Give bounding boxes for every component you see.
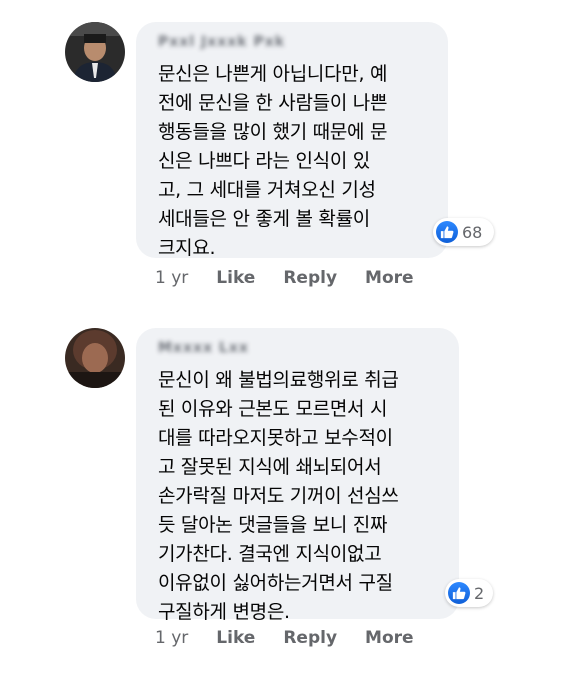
like-button[interactable]: Like <box>216 268 255 288</box>
reply-button[interactable]: Reply <box>283 268 337 288</box>
avatar[interactable] <box>65 328 125 388</box>
like-thumb-icon <box>448 582 470 604</box>
comment-author[interactable]: Pxxl Jxxxk Pxk <box>158 34 426 54</box>
reaction-badge[interactable]: 2 <box>445 579 493 607</box>
reaction-badge[interactable]: 68 <box>433 218 494 246</box>
reaction-count: 2 <box>474 583 485 603</box>
comment-actions: 1 yr Like Reply More <box>155 268 442 288</box>
comment-bubble: Pxxl Jxxxk Pxk 문신은 나쁜게 아닙니다만, 예 전에 문신을 한… <box>136 22 448 259</box>
timestamp[interactable]: 1 yr <box>155 628 188 648</box>
more-button[interactable]: More <box>365 268 414 288</box>
avatar[interactable] <box>65 22 125 82</box>
reaction-count: 68 <box>462 222 483 242</box>
reply-button[interactable]: Reply <box>283 628 337 648</box>
like-thumb-icon <box>436 221 458 243</box>
more-button[interactable]: More <box>365 628 414 648</box>
comment-author[interactable]: Mxxxx Lxx <box>158 340 437 360</box>
comment-text: 문신이 왜 불법의료행위로 취급 된 이유와 근본도 모르면서 시 대를 따라오… <box>158 369 399 623</box>
like-button[interactable]: Like <box>216 628 255 648</box>
timestamp[interactable]: 1 yr <box>155 268 188 288</box>
comment-actions: 1 yr Like Reply More <box>155 628 442 648</box>
comment-bubble: Mxxxx Lxx 문신이 왜 불법의료행위로 취급 된 이유와 근본도 모르면… <box>136 328 459 623</box>
comment-text: 문신은 나쁜게 아닙니다만, 예 전에 문신을 한 사람들이 나쁜 행동들을 많… <box>158 63 388 259</box>
